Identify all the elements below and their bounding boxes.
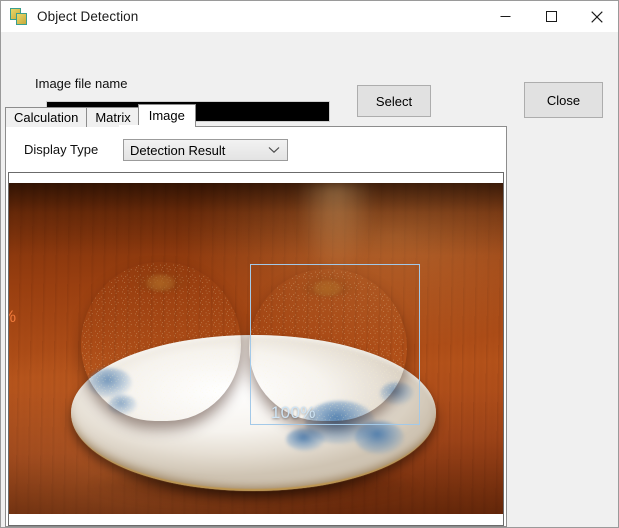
display-type-label: Display Type [24, 142, 99, 157]
tab-strip: Calculation Matrix Image [5, 104, 196, 127]
detection-photo: 100% % [9, 183, 503, 514]
maximize-icon [545, 11, 557, 22]
file-selection-panel: Image file name Select Close [2, 32, 618, 122]
table-highlight [295, 183, 375, 283]
maximize-button[interactable] [528, 1, 574, 32]
object-detection-window: Object Detection Image file name Select … [0, 0, 619, 528]
detection-score-label-partial: % [9, 307, 17, 327]
window-controls [482, 1, 618, 32]
display-type-select[interactable]: Detection Result [123, 139, 288, 161]
close-window-button[interactable] [574, 1, 618, 32]
chevron-down-icon [268, 147, 280, 154]
close-button[interactable]: Close [524, 82, 603, 118]
display-type-value: Detection Result [130, 143, 226, 158]
image-viewer[interactable]: 100% % [8, 172, 504, 526]
viewer-top-margin [9, 173, 503, 183]
window-title: Object Detection [37, 9, 139, 24]
selected-tab-joint [119, 125, 160, 128]
minimize-icon [500, 16, 510, 17]
image-file-name-label: Image file name [35, 76, 128, 91]
tab-image[interactable]: Image [137, 104, 196, 127]
detection-score-label: 100% [270, 403, 316, 423]
minimize-button[interactable] [482, 1, 528, 32]
tab-calculation[interactable]: Calculation [5, 107, 88, 127]
close-icon [591, 10, 603, 23]
title-bar: Object Detection [1, 1, 618, 32]
tab-matrix[interactable]: Matrix [86, 107, 140, 127]
plate-floral-pattern [285, 427, 326, 452]
pear-right [248, 269, 407, 422]
pear-left [80, 262, 242, 422]
overlapping-squares-icon [10, 7, 28, 26]
select-button[interactable]: Select [357, 85, 431, 117]
viewer-bottom-margin [9, 514, 503, 525]
